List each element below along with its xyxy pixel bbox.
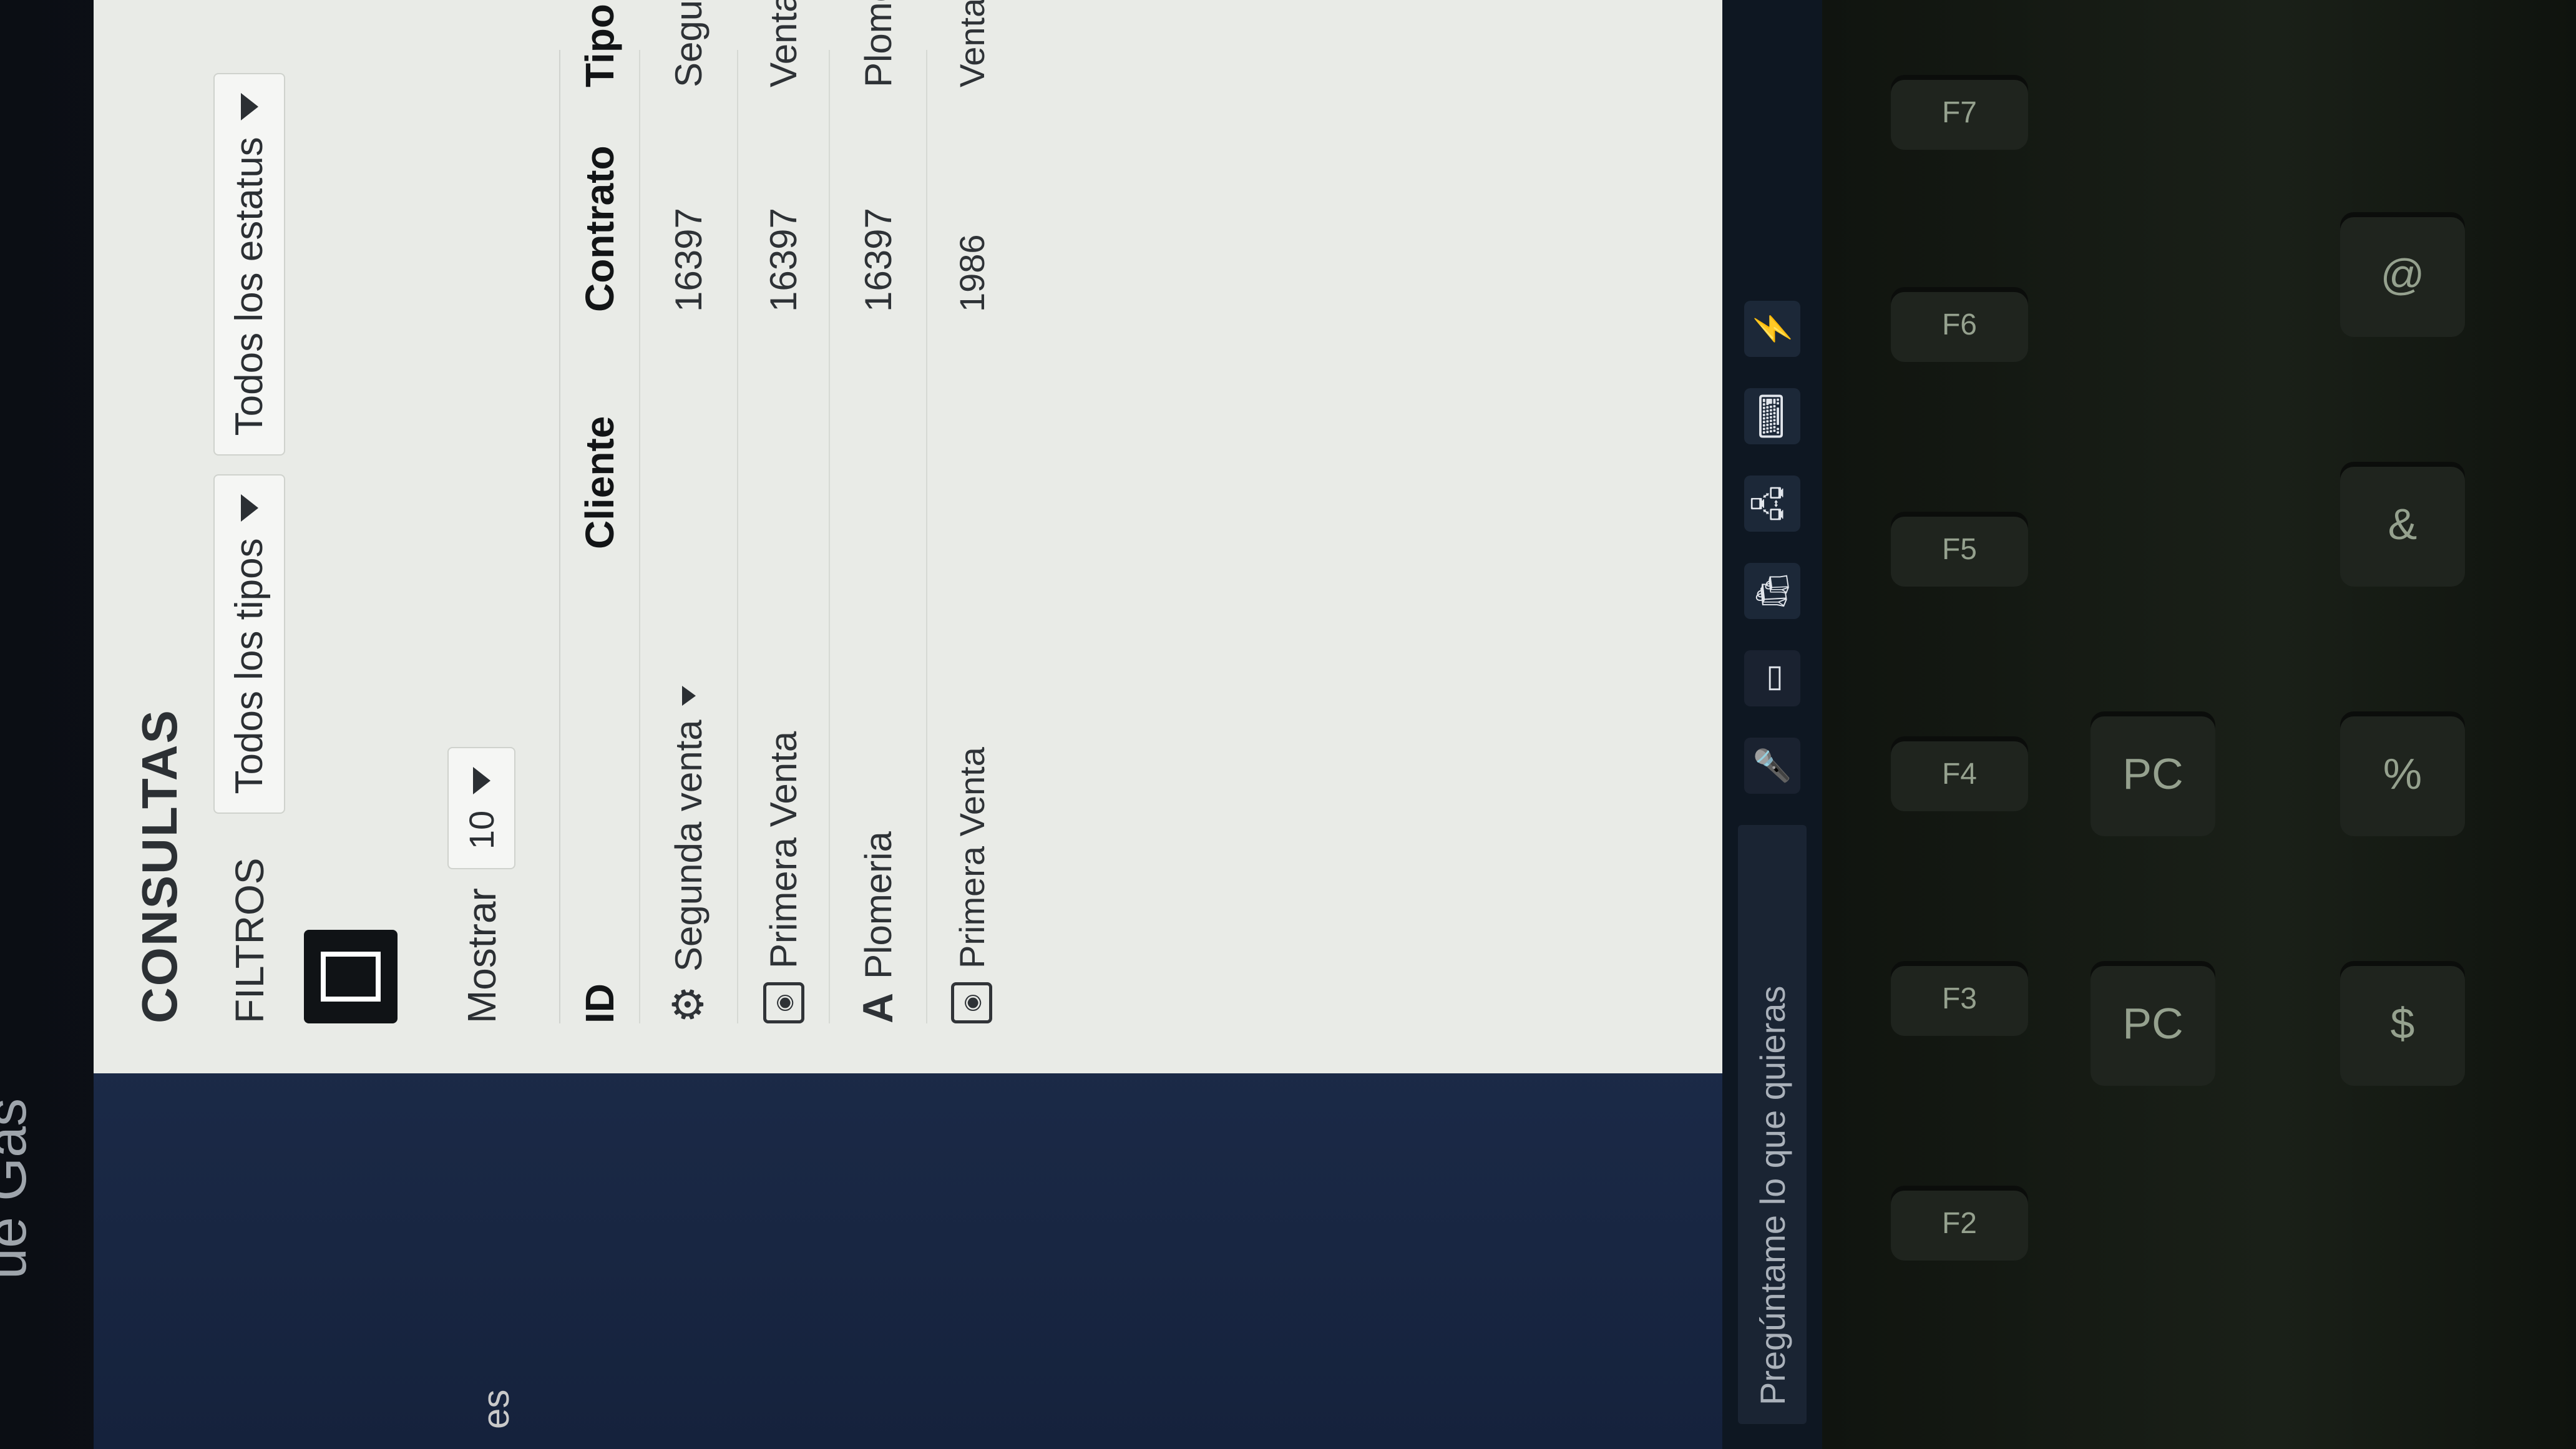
letter-a-icon: A (854, 992, 902, 1023)
key-pc-2[interactable]: PC (2091, 711, 2215, 836)
header-cliente: Cliente (577, 312, 623, 549)
page-size-select[interactable]: 10 (447, 746, 515, 870)
results-table: ID Cliente Contrato Tipo ⚙ Segunda venta (559, 0, 1016, 1023)
app-icon[interactable]: ⚡ (1744, 301, 1800, 357)
table-header: ID Cliente Contrato Tipo (560, 4, 639, 1023)
header-contrato-text: Contrato (577, 145, 622, 312)
header-tipo: Tipo (577, 0, 623, 87)
key-f4-label: F4 (1941, 757, 1977, 791)
row-4-label: Primera Venta (952, 747, 992, 968)
chevron-down-icon[interactable] (681, 686, 696, 706)
key-f2-label: F2 (1941, 1206, 1977, 1240)
key-f7-label: F7 (1941, 95, 1977, 129)
key-f2[interactable]: F2 (1891, 1186, 2028, 1261)
microphone-icon[interactable]: 🎤 (1744, 738, 1800, 794)
table-row[interactable]: ◉ Primera Venta 1986 Venta (926, 0, 1016, 1023)
header-tipo-text: Tipo (577, 4, 622, 87)
windows-taskbar: Pregúntame lo que quieras 🎤 ▭ 🛍 🖧 ⌨ ⚡ (1722, 0, 1822, 1449)
row-3-cliente (854, 312, 902, 549)
status-filter-value: Todos los estatus (228, 137, 271, 436)
header-cliente-text: Cliente (577, 416, 622, 549)
terminal-icon[interactable]: ⌨ (1744, 388, 1800, 444)
desktop-partial-title: ue Gas (0, 1098, 38, 1279)
key-f7[interactable]: F7 (1891, 75, 2028, 150)
table-row[interactable]: A Plomeria 16397 Plomero (829, 0, 926, 1023)
table-row[interactable]: ⚙ Segunda venta 16397 Segunda Venta (639, 0, 737, 1023)
taskbar-search-input[interactable]: Pregúntame lo que quieras (1738, 825, 1807, 1424)
key-at-label: @ (2380, 250, 2425, 299)
photo-scene: ue Gas es CONSULTAS FILTROS Todos los ti… (0, 0, 2576, 1449)
laptop-keyboard: F2 F3 F4 F5 F6 F7 PC PC $ % & @ (1866, 50, 2552, 1423)
row-4-tipo: Venta (952, 0, 992, 87)
gear-icon: ⚙ (665, 985, 712, 1023)
row-2-cliente (762, 312, 805, 549)
excel-export-icon (321, 952, 381, 1002)
row-3-contrato: 16397 (857, 208, 899, 312)
key-f3-label: F3 (1941, 982, 1977, 1015)
row-4-contrato: 1986 (952, 234, 992, 312)
key-f6-label: F6 (1941, 308, 1977, 341)
row-3-label: Plomeria (857, 831, 899, 979)
task-view-icon[interactable]: ▭ (1744, 650, 1800, 706)
key-f6[interactable]: F6 (1891, 287, 2028, 362)
table-row[interactable]: ◉ Primera Venta 16397 Venta (737, 0, 829, 1023)
page-title: CONSULTAS (132, 709, 187, 1023)
row-1-label: Segunda venta (668, 720, 710, 972)
header-contrato: Contrato (577, 87, 623, 312)
type-filter-select[interactable]: Todos los tipos (213, 474, 285, 814)
key-f5[interactable]: F5 (1891, 512, 2028, 587)
row-1-contrato: 16397 (668, 208, 710, 312)
header-id: ID (577, 549, 623, 1023)
taskbar-search-placeholder: Pregúntame lo que quieras (1752, 985, 1792, 1405)
key-f5-label: F5 (1941, 532, 1977, 566)
row-4-cliente (951, 312, 992, 549)
chevron-down-icon (240, 494, 258, 522)
row-2-label: Primera Venta (763, 731, 804, 968)
desktop-side-label: es (475, 1389, 517, 1429)
key-percent[interactable]: % (2340, 711, 2465, 836)
page-size-value: 10 (462, 810, 501, 850)
key-dollar[interactable]: $ (2340, 961, 2465, 1086)
header-id-text: ID (577, 983, 622, 1023)
key-f3[interactable]: F3 (1891, 961, 2028, 1036)
key-pc-2-label: PC (2122, 749, 2183, 798)
key-percent-label: % (2383, 749, 2422, 798)
type-filter-value: Todos los tipos (228, 538, 271, 794)
consultas-panel: CONSULTAS FILTROS Todos los tipos Todos … (94, 0, 1729, 1073)
store-icon[interactable]: 🛍 (1744, 563, 1800, 619)
id-card-icon: ◉ (763, 982, 804, 1023)
key-ampersand-label: & (2388, 500, 2417, 549)
network-icon[interactable]: 🖧 (1744, 476, 1800, 532)
row-3-tipo: Plomero (857, 0, 899, 87)
chevron-down-icon (240, 93, 258, 121)
row-2-tipo: Venta (763, 0, 804, 87)
key-pc-1-label: PC (2122, 999, 2183, 1048)
status-filter-select[interactable]: Todos los estatus (213, 73, 285, 456)
key-pc-1[interactable]: PC (2091, 961, 2215, 1086)
show-label: Mostrar (459, 888, 504, 1023)
row-2-contrato: 16397 (763, 208, 804, 312)
row-1-cliente (664, 312, 713, 549)
export-excel-button[interactable] (304, 930, 398, 1023)
filters-label: FILTROS (227, 857, 272, 1024)
id-card-icon: ◉ (951, 982, 992, 1023)
key-at[interactable]: @ (2340, 212, 2465, 337)
row-1-tipo: Segunda Venta (664, 0, 713, 87)
chevron-down-icon (472, 766, 490, 794)
key-dollar-label: $ (2390, 999, 2415, 1048)
key-ampersand[interactable]: & (2340, 462, 2465, 587)
key-f4[interactable]: F4 (1891, 736, 2028, 811)
